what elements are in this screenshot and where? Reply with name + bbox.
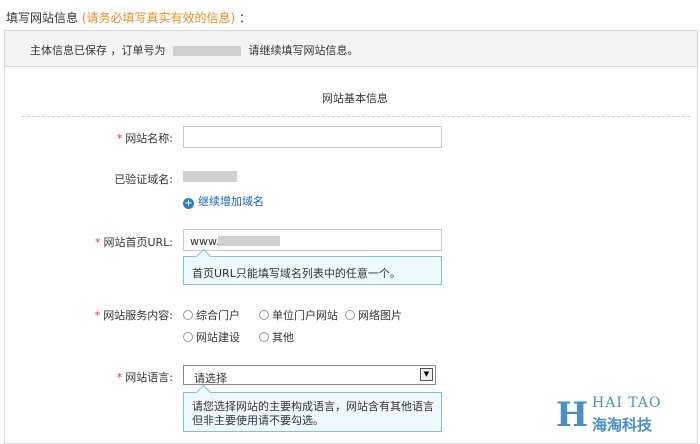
site-name-label: * 网站名称: — [116, 132, 173, 145]
home-url-label: * 网站首页URL: — [94, 236, 173, 249]
language-label: * 网站语言: — [116, 371, 173, 384]
order-number-masked — [173, 46, 241, 56]
plus-icon: + — [183, 198, 194, 209]
radio-icon — [259, 310, 269, 320]
language-tip: 请您选择网站的主要构成语言，网站含有其他语言 但非主要使用请不要勾选。 — [183, 384, 442, 432]
radio-icon — [345, 310, 355, 320]
verified-domain-label: 已验证域名: — [114, 173, 173, 186]
watermark-h-icon: H — [556, 395, 589, 435]
watermark-cn: 海淘科技 — [592, 416, 653, 434]
site-name-input[interactable] — [183, 126, 442, 148]
home-url-tip: 首页URL只能填写域名列表中的任意一个。 — [183, 248, 442, 285]
page-title-colon: ： — [239, 11, 252, 25]
section-divider — [22, 116, 690, 117]
home-url-prefix: www. — [190, 235, 220, 248]
home-url-masked — [218, 236, 280, 246]
required-mark: * — [94, 236, 101, 249]
service-option-images[interactable]: 网络图片 — [345, 307, 402, 323]
home-url-input[interactable]: www. — [183, 229, 442, 251]
required-mark: * — [116, 371, 123, 384]
language-selected: 请选择 — [194, 372, 227, 385]
verified-domain-masked — [183, 171, 237, 182]
page-title-note: (请务必填写真实有效的信息) — [81, 11, 236, 25]
page-title: 填写网站信息 — [6, 11, 79, 25]
service-option-portal[interactable]: 综合门户 — [183, 307, 240, 323]
radio-icon — [183, 332, 193, 342]
service-option-unit-portal[interactable]: 单位门户网站 — [259, 307, 338, 323]
required-mark: * — [94, 309, 101, 322]
radio-icon — [183, 310, 193, 320]
language-select[interactable]: 请选择 ▼ — [183, 365, 436, 385]
notice-prefix: 主体信息已保存 ，订单号为 — [30, 44, 166, 57]
notice-suffix: 请继续填写网站信息。 — [248, 44, 359, 57]
service-option-site-building[interactable]: 网站建设 — [183, 329, 240, 345]
page-header: 填写网站信息 (请务必填写真实有效的信息) ： — [6, 9, 251, 26]
dropdown-arrow-icon[interactable]: ▼ — [420, 368, 433, 381]
required-mark: * — [116, 132, 123, 145]
watermark-en: HAI TAO — [592, 395, 662, 411]
radio-icon — [259, 332, 269, 342]
service-option-other[interactable]: 其他 — [259, 329, 294, 345]
save-notice: 主体信息已保存 ，订单号为 请继续填写网站信息。 — [5, 31, 697, 67]
service-label: * 网站服务内容: — [94, 309, 173, 322]
section-title: 网站基本信息 — [322, 92, 388, 105]
add-domain-link[interactable]: + 继续增加域名 — [183, 193, 264, 209]
